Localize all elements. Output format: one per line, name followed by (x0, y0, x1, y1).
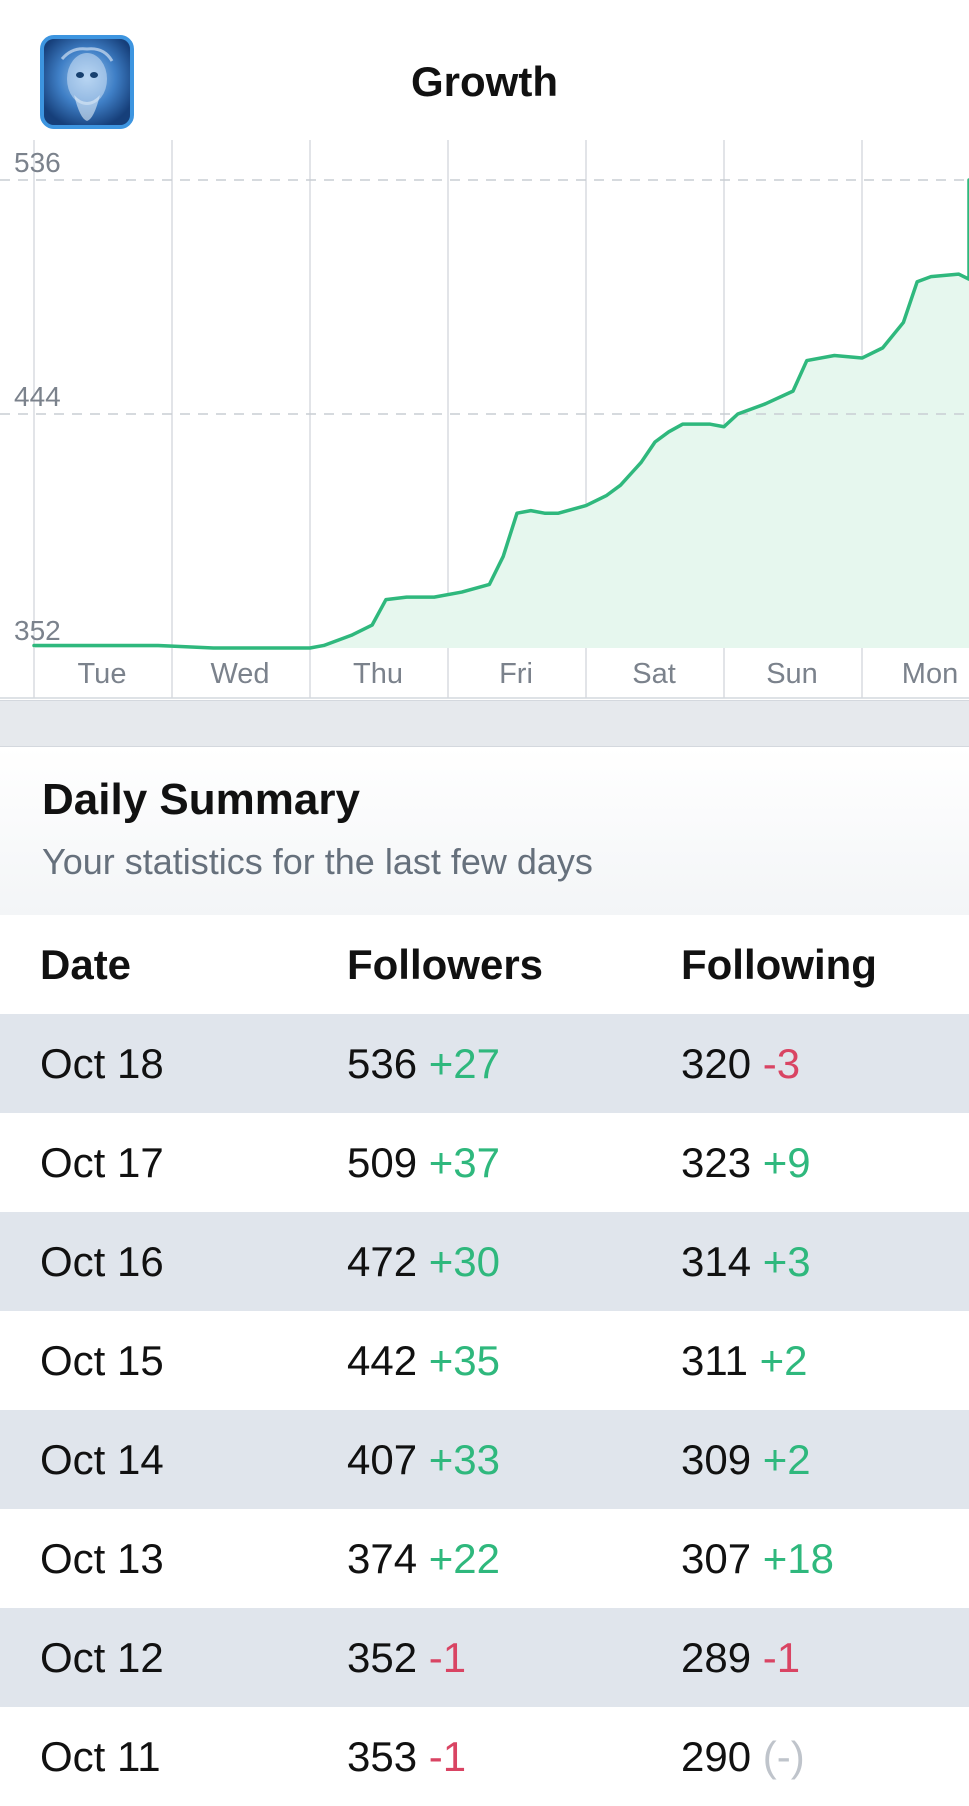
table-row[interactable]: Oct 16 472 +30 314 +3 (0, 1212, 969, 1311)
column-header-followers: Followers (347, 941, 544, 988)
followers-count: 407 (347, 1436, 418, 1483)
row-followers: 536 +27 (347, 1014, 500, 1113)
x-tick-label: Tue (78, 658, 127, 690)
followers-count: 442 (347, 1337, 418, 1384)
column-header-following: Following (681, 941, 877, 988)
row-followers: 407 +33 (347, 1410, 500, 1509)
row-date: Oct 12 (40, 1634, 164, 1681)
row-followers: 353 -1 (347, 1707, 466, 1806)
page-title: Growth (411, 58, 558, 105)
following-delta: +3 (762, 1238, 811, 1285)
summary-subtitle: Your statistics for the last few days (42, 841, 593, 882)
x-tick-label: Mon (902, 658, 958, 690)
row-following: 320 -3 (681, 1014, 800, 1113)
row-date: Oct 15 (40, 1337, 164, 1384)
followers-count: 353 (347, 1733, 418, 1780)
daily-summary-header: Daily Summary Your statistics for the la… (0, 747, 969, 915)
followers-count: 509 (347, 1139, 418, 1186)
app-header: Growth (0, 0, 969, 141)
growth-chart: 352444536TueWedThuFriSatSunMonTue (0, 140, 969, 700)
following-delta: -1 (762, 1634, 801, 1681)
following-count: 311 (681, 1337, 748, 1384)
x-tick-label: Sun (766, 658, 818, 690)
x-tick-label: Thu (353, 658, 403, 690)
followers-count: 536 (347, 1040, 418, 1087)
row-date: Oct 18 (40, 1040, 164, 1087)
row-followers: 442 +35 (347, 1311, 500, 1410)
followers-delta: -1 (428, 1733, 467, 1780)
following-count: 314 (681, 1238, 752, 1285)
row-following: 289 -1 (681, 1608, 800, 1707)
table-row[interactable]: Oct 12 352 -1 289 -1 (0, 1608, 969, 1707)
followers-delta: -1 (428, 1634, 467, 1681)
table-header-row: Date Followers Following (0, 915, 969, 1014)
stats-table: Date Followers Following Oct 18 536 +27 32… (0, 915, 969, 1806)
following-delta: +9 (762, 1139, 811, 1186)
row-followers: 374 +22 (347, 1509, 500, 1608)
growth-chart-svg: 352444536TueWedThuFriSatSunMonTue (0, 140, 969, 699)
table-row[interactable]: Oct 11 353 -1 290 (-) (0, 1707, 969, 1806)
row-date: Oct 14 (40, 1436, 164, 1483)
table-row[interactable]: Oct 14 407 +33 309 +2 (0, 1410, 969, 1509)
row-date: Oct 16 (40, 1238, 164, 1285)
following-delta: +2 (762, 1436, 811, 1483)
followers-count: 374 (347, 1535, 418, 1582)
followers-delta: +30 (428, 1238, 500, 1285)
followers-count: 352 (347, 1634, 418, 1681)
section-divider (0, 700, 969, 747)
row-followers: 352 -1 (347, 1608, 466, 1707)
following-count: 290 (681, 1733, 752, 1780)
x-tick-label: Fri (499, 658, 533, 690)
following-delta: +2 (759, 1337, 808, 1384)
row-following: 309 +2 (681, 1410, 811, 1509)
row-date: Oct 13 (40, 1535, 164, 1582)
followers-delta: +37 (428, 1139, 500, 1186)
x-tick-label: Wed (210, 658, 269, 690)
following-count: 289 (681, 1634, 752, 1681)
table-row[interactable]: Oct 15 442 +35 311 +2 (0, 1311, 969, 1410)
following-delta: +18 (762, 1535, 834, 1582)
table-row[interactable]: Oct 18 536 +27 320 -3 (0, 1014, 969, 1113)
row-date: Oct 11 (40, 1733, 161, 1780)
row-following: 290 (-) (681, 1707, 805, 1806)
row-following: 307 +18 (681, 1509, 834, 1608)
followers-delta: +35 (428, 1337, 500, 1384)
summary-title: Daily Summary (42, 775, 360, 824)
row-followers: 472 +30 (347, 1212, 500, 1311)
following-count: 307 (681, 1535, 752, 1582)
table-row[interactable]: Oct 17 509 +37 323 +9 (0, 1113, 969, 1212)
followers-delta: +22 (428, 1535, 500, 1582)
following-delta: -3 (762, 1040, 801, 1087)
following-count: 309 (681, 1436, 752, 1483)
row-following: 311 +2 (681, 1311, 808, 1410)
followers-delta: +33 (428, 1436, 500, 1483)
row-date: Oct 17 (40, 1139, 164, 1186)
row-followers: 509 +37 (347, 1113, 500, 1212)
x-tick-label: Sat (632, 658, 676, 690)
following-count: 323 (681, 1139, 752, 1186)
following-delta: (-) (762, 1733, 805, 1780)
following-count: 320 (681, 1040, 752, 1087)
column-header-date: Date (40, 941, 132, 988)
followers-delta: +27 (428, 1040, 500, 1087)
y-tick-label: 536 (14, 147, 61, 178)
row-following: 314 +3 (681, 1212, 811, 1311)
y-tick-label: 444 (14, 381, 61, 412)
followers-count: 472 (347, 1238, 418, 1285)
y-tick-label: 352 (14, 615, 61, 646)
row-following: 323 +9 (681, 1113, 811, 1212)
table-row[interactable]: Oct 13 374 +22 307 +18 (0, 1509, 969, 1608)
